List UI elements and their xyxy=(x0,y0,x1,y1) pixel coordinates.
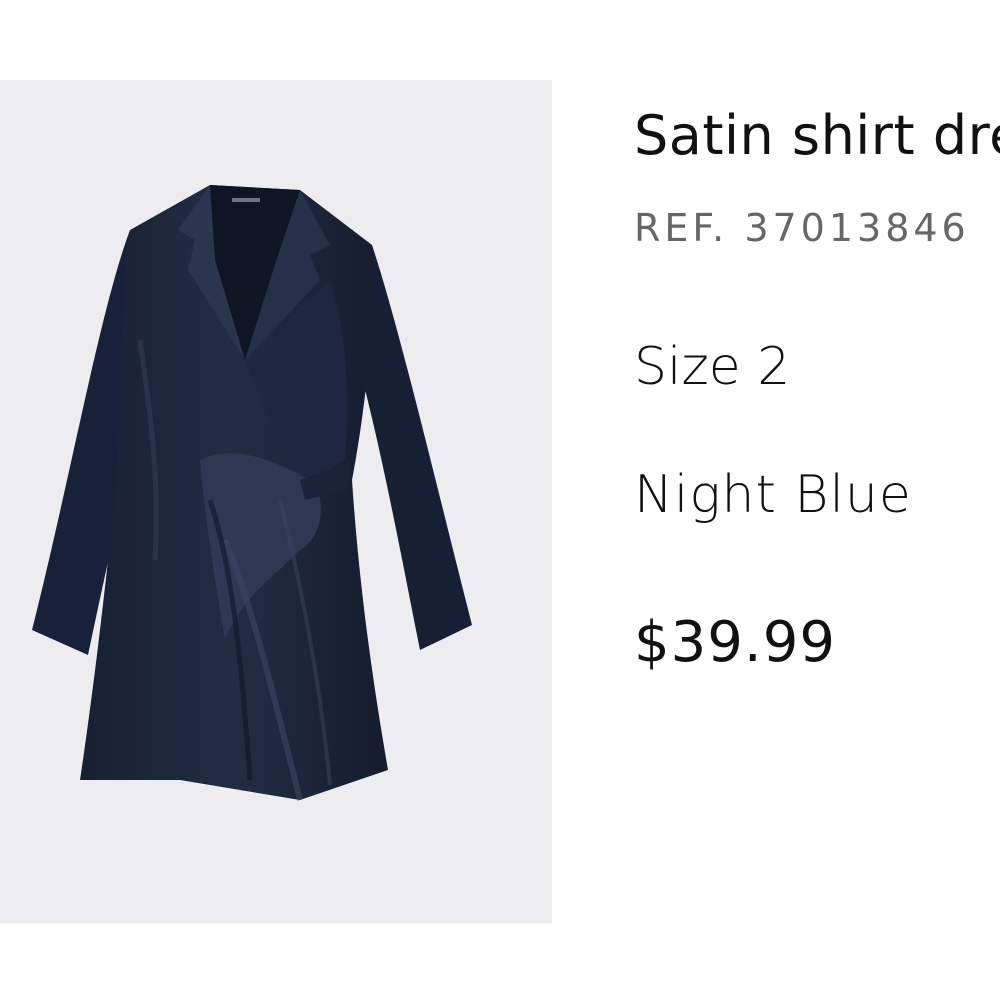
product-color: Night Blue xyxy=(634,465,912,525)
product-reference: REF. 37013846 xyxy=(634,206,970,250)
product-size: Size 2 xyxy=(634,337,791,397)
product-price: $39.99 xyxy=(634,610,836,675)
product-photo[interactable] xyxy=(0,80,552,923)
dress-icon xyxy=(32,185,472,801)
product-details: Satin shirt dress REF. 37013846 Size 2 N… xyxy=(634,0,1000,1000)
product-card: Satin shirt dress REF. 37013846 Size 2 N… xyxy=(0,0,1000,1000)
product-title[interactable]: Satin shirt dress xyxy=(634,100,1000,172)
